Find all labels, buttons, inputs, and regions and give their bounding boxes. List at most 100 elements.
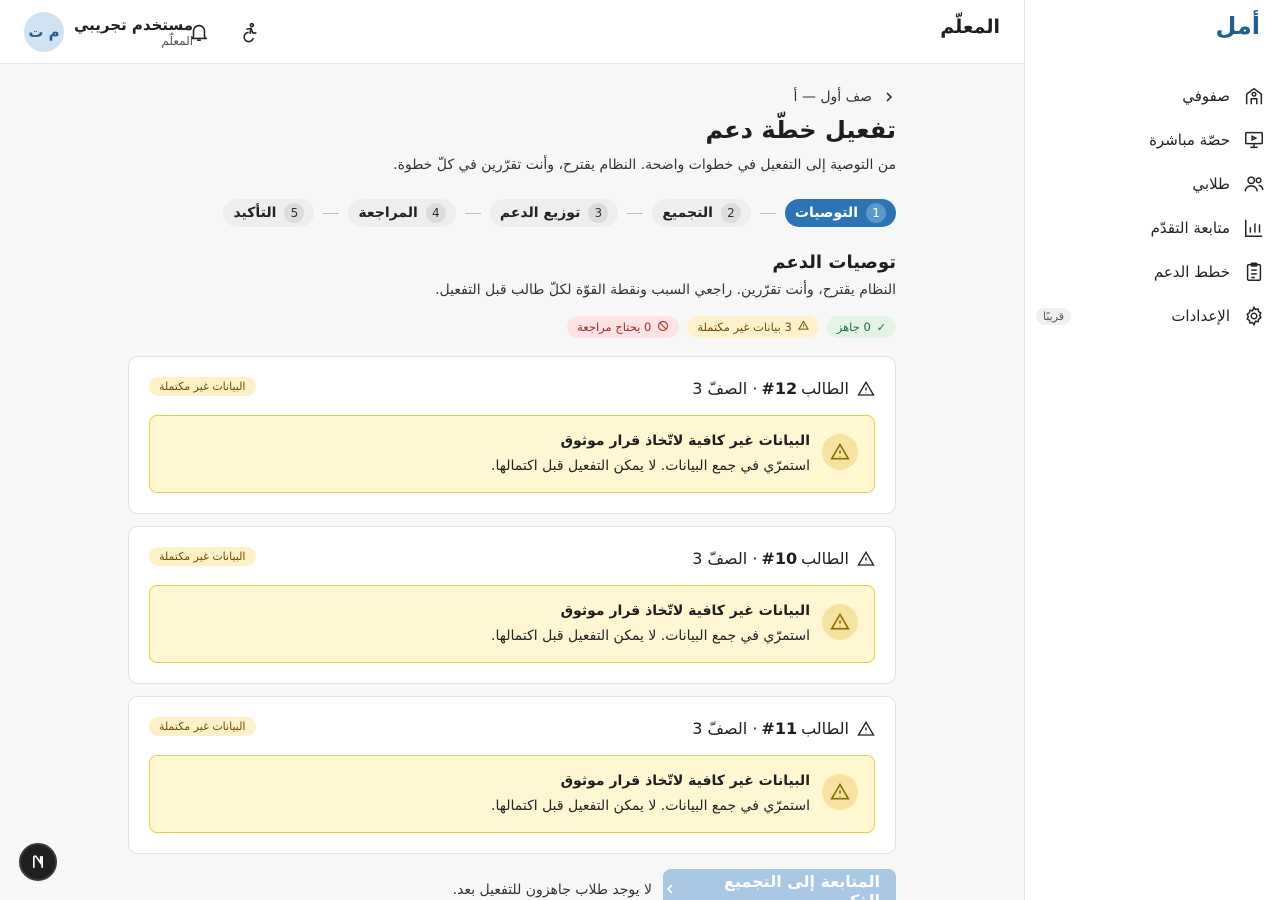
- sidebar-item-support-plans[interactable]: خطط الدعم: [1024, 250, 1280, 294]
- breadcrumb[interactable]: صف أول — أ: [794, 89, 896, 105]
- student-card-header: الطالب #12 · الصفّ 3: [692, 379, 875, 398]
- student-grade: · الصفّ 3: [692, 379, 758, 398]
- step-label: التأكيد: [233, 205, 277, 221]
- main-content: صف أول — أ تفعيل خطّة دعم من التوصية إلى…: [0, 64, 1024, 900]
- user-info: مستخدم تجريبي المعلّم: [74, 16, 193, 49]
- breadcrumb-label: صف أول — أ: [793, 89, 872, 105]
- accessibility-icon[interactable]: [237, 19, 263, 45]
- student-number: #11: [761, 719, 798, 738]
- floating-app-button[interactable]: [19, 843, 57, 881]
- student-card: الطالب #10 · الصفّ 3 البيانات غير مكتملة…: [128, 526, 896, 684]
- check-icon: ✓: [876, 320, 886, 334]
- user-menu[interactable]: م ت مستخدم تجريبي المعلّم: [24, 12, 193, 52]
- student-number: #12: [761, 379, 798, 398]
- step-divider: [627, 212, 644, 214]
- student-grade: · الصفّ 3: [692, 719, 758, 738]
- step-divider: [464, 212, 481, 214]
- topbar-title: المعلّم: [940, 16, 1000, 38]
- student-label: الطالب: [801, 719, 849, 738]
- step-recommendations[interactable]: 1 التوصيات: [784, 199, 896, 227]
- sidebar-item-live-lesson[interactable]: حصّة مباشرة: [1024, 118, 1280, 162]
- student-card: الطالب #11 · الصفّ 3 البيانات غير مكتملة…: [128, 696, 896, 854]
- student-card-header: الطالب #11 · الصفّ 3: [692, 719, 875, 738]
- step-number: 3: [588, 203, 609, 223]
- ready-count-label: 0 جاهز: [836, 320, 871, 334]
- student-grade: · الصفّ 3: [692, 549, 758, 568]
- continue-to-grouping-button[interactable]: المتابعة إلى التجميع الذكي: [663, 869, 896, 900]
- warning-icon: [857, 550, 875, 568]
- incomplete-count-badge[interactable]: 3 بيانات غير مكتملة: [687, 316, 819, 338]
- bar-chart-icon: [1242, 216, 1266, 240]
- status-badge: البيانات غير مكتملة: [149, 717, 256, 736]
- sidebar-item-settings[interactable]: الإعدادات قريبًا: [1024, 294, 1280, 338]
- brand-logo[interactable]: أمل: [1215, 12, 1260, 40]
- insufficient-data-alert: البيانات غير كافية لاتّخاذ قرار موثوق اس…: [149, 415, 875, 493]
- status-badge: البيانات غير مكتملة: [149, 377, 256, 396]
- student-label: الطالب: [801, 549, 849, 568]
- status-summary: ✓ 0 جاهز 3 بيانات غير مكتملة 0 يحتاج مرا…: [559, 316, 896, 338]
- button-label: المتابعة إلى التجميع الذكي: [723, 872, 880, 900]
- warning-icon: [857, 720, 875, 738]
- footer-note: لا يوجد طلاب جاهزون للتفعيل بعد.: [452, 882, 652, 898]
- users-icon: [1242, 172, 1266, 196]
- step-label: التوصيات: [794, 205, 858, 221]
- stepper: 1 التوصيات 2 التجميع 3 توزيع الدعم 4 الم…: [223, 199, 896, 227]
- step-number: 5: [284, 203, 305, 223]
- warning-icon: [797, 320, 809, 334]
- avatar: م ت: [24, 12, 64, 52]
- incomplete-count-label: 3 بيانات غير مكتملة: [697, 320, 792, 334]
- step-divider: [323, 212, 340, 214]
- student-label: الطالب: [801, 379, 849, 398]
- step-grouping[interactable]: 2 التجميع: [652, 199, 751, 227]
- needs-review-count-label: 0 يحتاج مراجعة: [577, 320, 652, 334]
- sidebar-item-my-students[interactable]: طلابي: [1024, 162, 1280, 206]
- step-label: التجميع: [662, 205, 713, 221]
- step-label: توزيع الدعم: [499, 205, 581, 221]
- step-confirmation[interactable]: 5 التأكيد: [223, 199, 315, 227]
- student-number: #10: [761, 549, 798, 568]
- ready-count-badge[interactable]: ✓ 0 جاهز: [826, 316, 896, 338]
- coming-soon-badge: قريبًا: [1036, 307, 1072, 325]
- alert-description: استمرّي في جمع البيانات. لا يمكن التفعيل…: [491, 798, 810, 814]
- user-role: المعلّم: [161, 33, 194, 48]
- page-title: تفعيل خطّة دعم: [705, 116, 896, 144]
- sidebar-nav: صفوفي حصّة مباشرة طلابي متابعة التقدّم خ…: [1024, 74, 1280, 338]
- status-badge: البيانات غير مكتملة: [149, 547, 256, 566]
- school-icon: [1242, 84, 1266, 108]
- chevron-right-icon: [882, 90, 896, 104]
- step-number: 2: [720, 203, 741, 223]
- ban-icon: [657, 320, 669, 335]
- warning-icon: [822, 604, 858, 640]
- sidebar-item-label: الإعدادات: [1171, 307, 1230, 325]
- student-card-list: الطالب #12 · الصفّ 3 البيانات غير مكتملة…: [128, 356, 896, 866]
- insufficient-data-alert: البيانات غير كافية لاتّخاذ قرار موثوق اس…: [149, 585, 875, 663]
- insufficient-data-alert: البيانات غير كافية لاتّخاذ قرار موثوق اس…: [149, 755, 875, 833]
- footer-actions: المتابعة إلى التجميع الذكي لا يوجد طلاب …: [128, 869, 896, 900]
- warning-icon: [857, 380, 875, 398]
- alert-description: استمرّي في جمع البيانات. لا يمكن التفعيل…: [491, 628, 810, 644]
- gear-icon: [1242, 304, 1266, 328]
- student-card-header: الطالب #10 · الصفّ 3: [692, 549, 875, 568]
- warning-icon: [822, 774, 858, 810]
- topbar: المعلّم م ت مستخدم تجريبي المعلّم: [0, 0, 1024, 64]
- sidebar-item-label: خطط الدعم: [1153, 263, 1230, 281]
- step-divider: [759, 212, 776, 214]
- clipboard-list-icon: [1242, 260, 1266, 284]
- alert-title: البيانات غير كافية لاتّخاذ قرار موثوق: [560, 433, 810, 449]
- sidebar-item-label: صفوفي: [1182, 87, 1230, 105]
- student-card: الطالب #12 · الصفّ 3 البيانات غير مكتملة…: [128, 356, 896, 514]
- needs-review-count-badge[interactable]: 0 يحتاج مراجعة: [567, 316, 680, 338]
- step-review[interactable]: 4 المراجعة: [348, 199, 456, 227]
- chevron-left-icon: [663, 882, 677, 900]
- step-number: 1: [866, 203, 886, 223]
- alert-title: البيانات غير كافية لاتّخاذ قرار موثوق: [560, 603, 810, 619]
- step-support-distribution[interactable]: 3 توزيع الدعم: [489, 199, 619, 227]
- user-name: مستخدم تجريبي: [74, 15, 194, 34]
- presentation-icon: [1242, 128, 1266, 152]
- step-label: المراجعة: [358, 205, 418, 221]
- sidebar-item-my-classes[interactable]: صفوفي: [1024, 74, 1280, 118]
- sidebar-item-progress[interactable]: متابعة التقدّم: [1024, 206, 1280, 250]
- sidebar: أمل صفوفي حصّة مباشرة طلابي متابعة التقد…: [1024, 0, 1280, 900]
- page-subtitle: من التوصية إلى التفعيل في خطوات واضحة. ا…: [393, 157, 896, 173]
- step-number: 4: [425, 203, 446, 223]
